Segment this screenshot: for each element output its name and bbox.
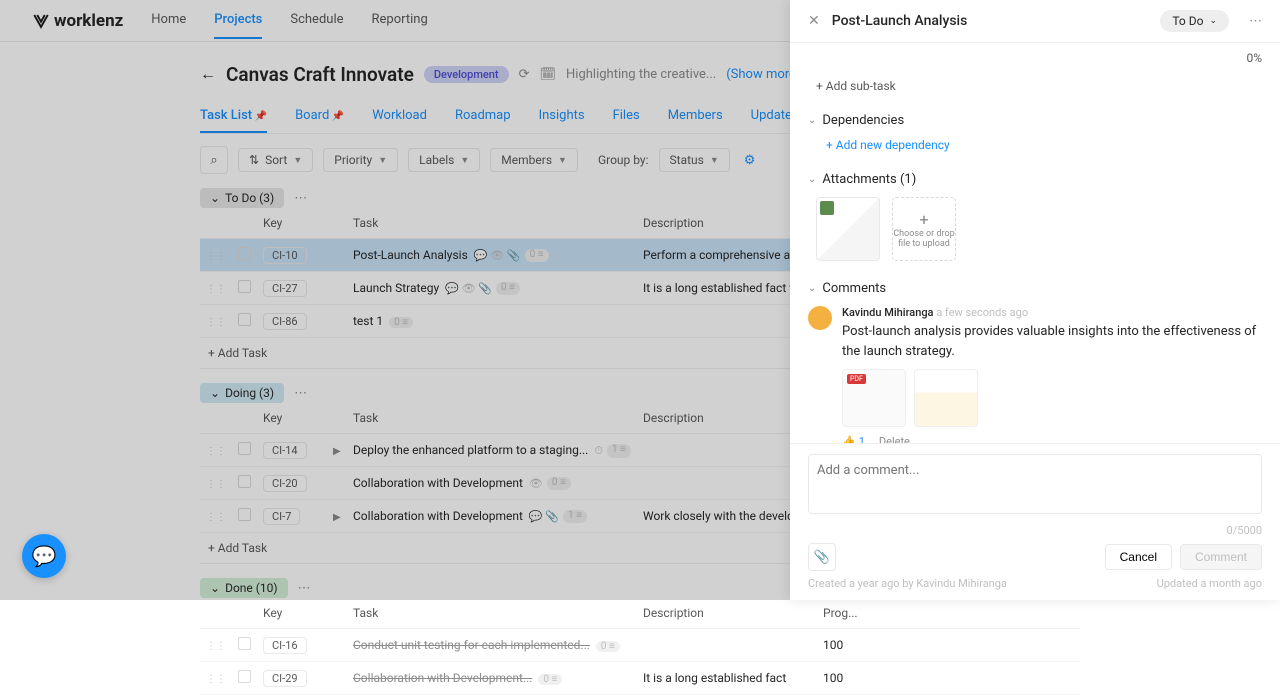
created-meta: Created a year ago by Kavindu Mihiranga	[808, 577, 1007, 590]
task-detail-panel: ✕ Post-Launch Analysis To Do ⌄ ⋯ 0% + Ad…	[790, 0, 1280, 600]
attachments-section: ⌄Attachments (1) + Choose or drop file t…	[808, 172, 1262, 261]
attachments-header[interactable]: ⌄Attachments (1)	[808, 172, 1262, 187]
like-button[interactable]: 👍 1	[842, 435, 865, 443]
comment-time: a few seconds ago	[936, 306, 1028, 319]
comment-text: Post-launch analysis provides valuable i…	[842, 322, 1262, 361]
dependencies-header[interactable]: ⌄Dependencies	[808, 113, 1262, 128]
task-checkbox[interactable]	[238, 670, 251, 683]
plus-icon: +	[919, 210, 928, 229]
comment-item: Kavindu Mihiranga a few seconds ago Post…	[808, 306, 1262, 443]
comment-attachment-image[interactable]	[914, 369, 978, 427]
progress-value: 0%	[808, 51, 1262, 65]
upload-dropzone[interactable]: + Choose or drop file to upload	[892, 197, 956, 261]
comments-header[interactable]: ⌄Comments	[808, 281, 1262, 296]
add-dependency-button[interactable]: + Add new dependency	[808, 138, 1262, 152]
drag-handle-icon[interactable]: ⋮⋮	[206, 674, 226, 685]
chevron-down-icon: ⌄	[808, 174, 816, 185]
status-dropdown[interactable]: To Do ⌄	[1160, 10, 1229, 32]
task-row[interactable]: ⋮⋮ CI-16 Conduct unit testing for each imp…	[200, 629, 1080, 662]
chevron-down-icon: ⌄	[808, 283, 816, 294]
more-icon[interactable]: ⋯	[1249, 14, 1262, 29]
chat-widget-button[interactable]: 💬	[22, 534, 66, 578]
attach-file-button[interactable]: 📎	[808, 543, 836, 571]
panel-footer: 0/5000 📎 Cancel Comment Created a year a…	[790, 443, 1280, 600]
dependencies-section: ⌄Dependencies + Add new dependency	[808, 113, 1262, 152]
chevron-down-icon: ⌄	[1209, 16, 1217, 26]
task-checkbox[interactable]	[238, 637, 251, 650]
comment-author[interactable]: Kavindu Mihiranga	[842, 306, 933, 319]
char-count: 0/5000	[808, 524, 1262, 537]
task-key: CI-16	[263, 637, 307, 654]
add-subtask-button[interactable]: + Add sub-task	[808, 79, 1262, 93]
comments-section: ⌄Comments Kavindu Mihiranga a few second…	[808, 281, 1262, 443]
attachment-thumbnail[interactable]	[816, 197, 880, 261]
chevron-down-icon: ⌄	[808, 115, 816, 126]
task-row[interactable]: ⋮⋮ CI-29 Collaboration with Development...…	[200, 662, 1080, 695]
cancel-button[interactable]: Cancel	[1105, 544, 1172, 570]
avatar[interactable]	[808, 306, 832, 330]
delete-comment-button[interactable]: Delete	[879, 435, 910, 443]
panel-header: ✕ Post-Launch Analysis To Do ⌄ ⋯	[790, 0, 1280, 43]
panel-title: Post-Launch Analysis	[832, 13, 1149, 29]
comment-input[interactable]	[808, 454, 1262, 514]
drag-handle-icon[interactable]: ⋮⋮	[206, 641, 226, 652]
task-key: CI-29	[263, 670, 307, 687]
updated-meta: Updated a month ago	[1157, 577, 1262, 590]
task-progress: 100	[817, 629, 1080, 662]
comment-button[interactable]: Comment	[1180, 544, 1262, 570]
task-name: Collaboration with Development...	[353, 671, 532, 685]
close-icon[interactable]: ✕	[808, 13, 820, 29]
task-progress: 100	[817, 662, 1080, 695]
task-description	[637, 629, 817, 662]
comment-attachment-pdf[interactable]	[842, 369, 906, 427]
task-name: Conduct unit testing for each implemente…	[353, 638, 590, 652]
task-description: It is a long established fact	[637, 662, 817, 695]
panel-body: 0% + Add sub-task ⌄Dependencies + Add ne…	[790, 43, 1280, 443]
